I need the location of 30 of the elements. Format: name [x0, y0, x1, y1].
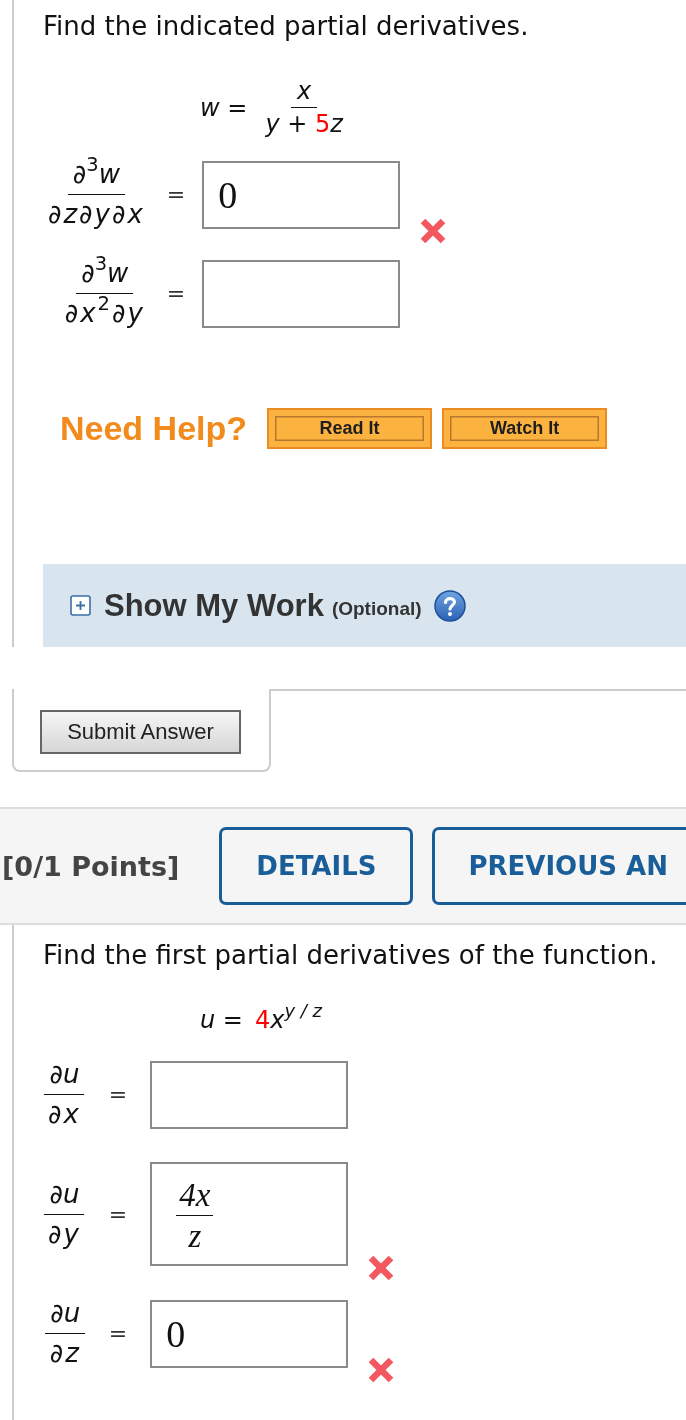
header-button[interactable]: DETAILS	[219, 827, 414, 905]
section-title: Show My Work	[104, 587, 324, 624]
function-formula: u = 4x$^{y / z}$	[199, 1006, 324, 1034]
derivative-label: ∂u ∂y	[43, 1177, 86, 1251]
submit-answer-button[interactable]: Submit Answer	[40, 710, 241, 754]
answer-field[interactable]	[202, 259, 401, 328]
equals-sign: =	[108, 1321, 128, 1346]
derivative-label: ∂$^{3}$w ∂x$^{2}$∂y	[63, 257, 146, 330]
equals-sign: =	[108, 1201, 128, 1227]
answer-field[interactable]: 4x z	[150, 1162, 349, 1266]
help-label: Need Help?	[60, 409, 248, 448]
question-prompt: Find the first partial derivatives of the function.	[43, 940, 659, 970]
optional-label: (Optional)	[331, 597, 422, 620]
answer-field[interactable]: 0	[202, 160, 401, 229]
equals-sign: =	[108, 1082, 128, 1107]
answer-field[interactable]	[150, 1060, 349, 1129]
function-formula: w = x y + 5z	[199, 77, 345, 138]
plus-icon[interactable]	[70, 595, 91, 616]
derivative-label: ∂u ∂z	[44, 1297, 86, 1370]
equals-sign: =	[166, 281, 186, 306]
answer-field[interactable]: 0	[150, 1299, 349, 1368]
derivative-label: ∂u ∂x	[43, 1058, 86, 1131]
derivative-label: ∂$^{3}$w ∂z∂y∂x	[47, 158, 146, 231]
header-button[interactable]: PREVIOUS AN	[432, 827, 686, 905]
points-label: [0/1 Points]	[2, 850, 180, 882]
help-button[interactable]: Watch It	[442, 408, 608, 449]
equals-sign: =	[166, 182, 186, 207]
help-icon[interactable]	[433, 589, 466, 622]
question-prompt: Find the indicated partial derivatives.	[43, 11, 530, 41]
help-button[interactable]: Read It	[267, 408, 433, 449]
